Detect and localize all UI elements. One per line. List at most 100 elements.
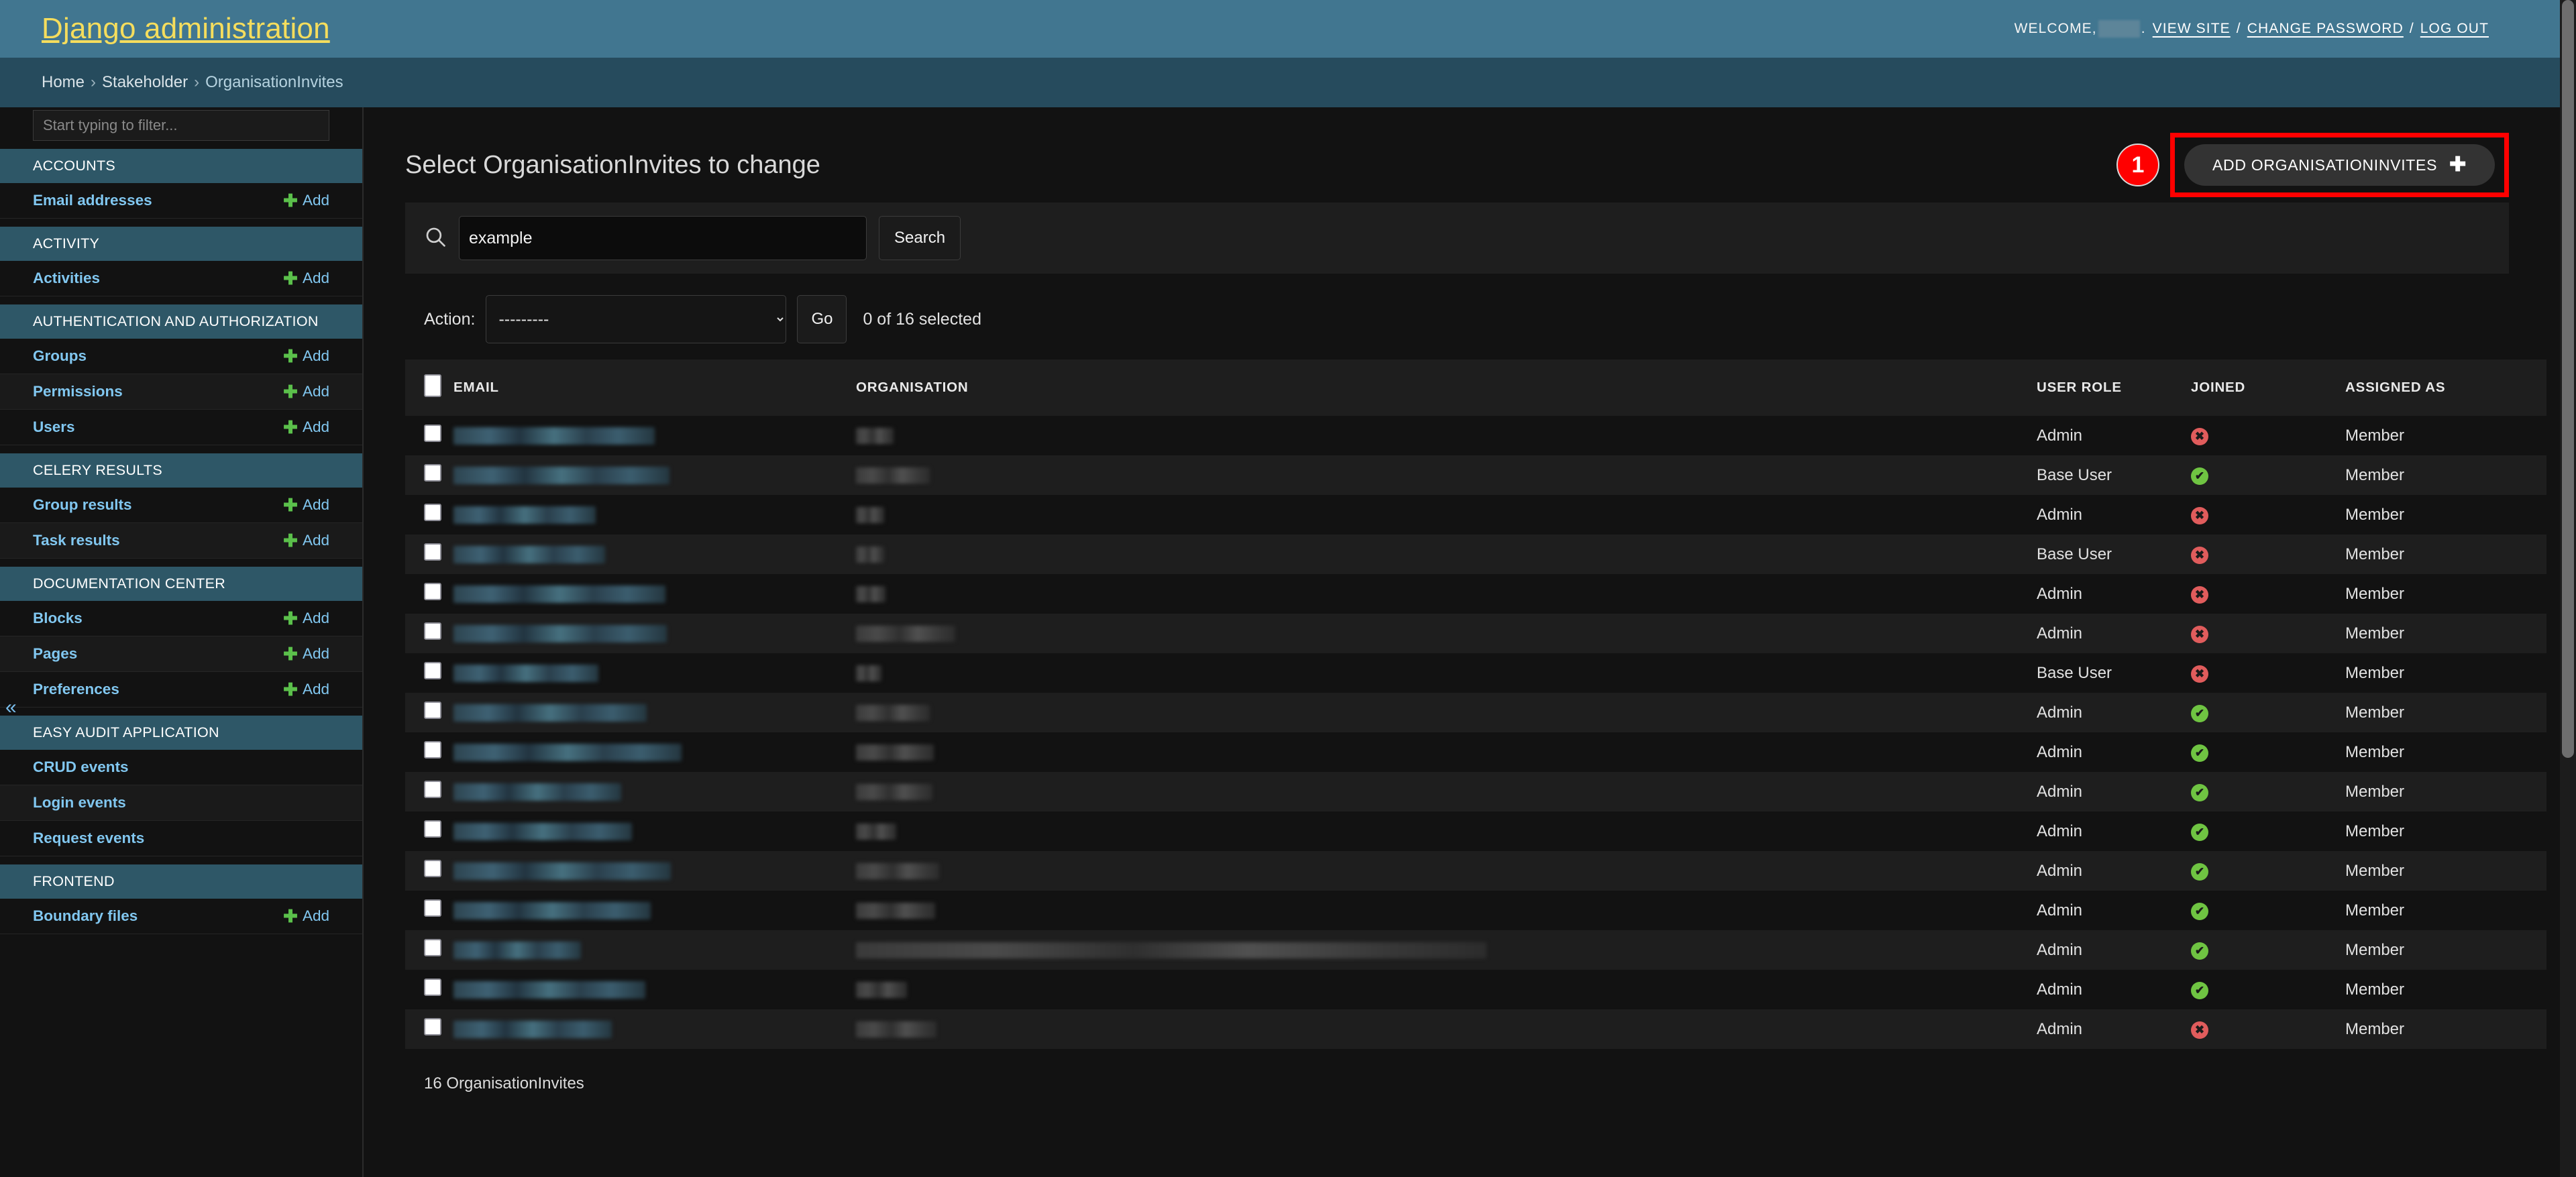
action-select[interactable]: --------- — [486, 295, 787, 343]
cell-email[interactable] — [453, 455, 856, 495]
sidebar-add-link[interactable]: ✚ Add — [283, 270, 329, 287]
row-checkbox[interactable] — [424, 662, 441, 679]
row-checkbox[interactable] — [424, 820, 441, 838]
row-checkbox[interactable] — [424, 504, 441, 521]
search-input[interactable] — [459, 216, 867, 260]
table-row[interactable]: Admin ✖ Member — [405, 416, 2546, 455]
log-out-link[interactable]: LOG OUT — [2420, 21, 2489, 37]
sidebar-item-login-events[interactable]: Login events — [0, 785, 362, 821]
table-row[interactable]: Admin ✔ Member — [405, 693, 2546, 732]
cell-email[interactable] — [453, 930, 856, 970]
nav-filter-input[interactable] — [33, 110, 329, 141]
sidebar-item-label[interactable]: Task results — [33, 532, 120, 549]
table-row[interactable]: Admin ✔ Member — [405, 891, 2546, 930]
sidebar-item-group-results[interactable]: Group results ✚ Add — [0, 488, 362, 523]
cell-email[interactable] — [453, 732, 856, 772]
add-organisationinvites-button[interactable]: ADD ORGANISATIONINVITES ✚ — [2184, 144, 2495, 186]
sidebar-item-label[interactable]: Blocks — [33, 610, 83, 627]
breadcrumb-app[interactable]: Stakeholder — [102, 73, 188, 92]
sidebar-item-label[interactable]: Email addresses — [33, 192, 152, 209]
sidebar-item-task-results[interactable]: Task results ✚ Add — [0, 523, 362, 559]
table-row[interactable]: Base User ✖ Member — [405, 535, 2546, 574]
sidebar-item-label[interactable]: Groups — [33, 347, 87, 365]
cell-email[interactable] — [453, 970, 856, 1009]
column-header-joined[interactable]: JOINED — [2191, 359, 2345, 416]
cell-email[interactable] — [453, 535, 856, 574]
breadcrumb-home[interactable]: Home — [42, 73, 85, 92]
column-header-assigned-as[interactable]: ASSIGNED AS — [2345, 359, 2546, 416]
row-checkbox[interactable] — [424, 583, 441, 600]
sidebar-add-link[interactable]: ✚ Add — [283, 610, 329, 627]
table-row[interactable]: Admin ✔ Member — [405, 811, 2546, 851]
site-title[interactable]: Django administration — [42, 12, 330, 46]
sidebar-item-crud-events[interactable]: CRUD events — [0, 750, 362, 785]
cell-email[interactable] — [453, 811, 856, 851]
view-site-link[interactable]: VIEW SITE — [2153, 21, 2231, 37]
row-checkbox[interactable] — [424, 899, 441, 917]
sidebar-add-link[interactable]: ✚ Add — [283, 907, 329, 925]
sidebar-item-label[interactable]: Users — [33, 418, 75, 436]
sidebar-item-label[interactable]: CRUD events — [33, 759, 129, 776]
row-checkbox[interactable] — [424, 860, 441, 877]
cell-email[interactable] — [453, 693, 856, 732]
row-checkbox[interactable] — [424, 464, 441, 482]
table-row[interactable]: Admin ✔ Member — [405, 930, 2546, 970]
page-scrollbar-thumb[interactable] — [2562, 0, 2574, 758]
sidebar-item-label[interactable]: Request events — [33, 830, 144, 847]
change-password-link[interactable]: CHANGE PASSWORD — [2247, 21, 2404, 37]
row-checkbox[interactable] — [424, 425, 441, 442]
row-checkbox[interactable] — [424, 702, 441, 719]
sidebar-add-link[interactable]: ✚ Add — [283, 681, 329, 698]
cell-email[interactable] — [453, 495, 856, 535]
table-row[interactable]: Admin ✔ Member — [405, 970, 2546, 1009]
table-row[interactable]: Admin ✖ Member — [405, 1009, 2546, 1049]
sidebar-item-pages[interactable]: Pages ✚ Add — [0, 636, 362, 672]
sidebar-item-activities[interactable]: Activities ✚ Add — [0, 261, 362, 296]
cell-email[interactable] — [453, 614, 856, 653]
sidebar-add-link[interactable]: ✚ Add — [283, 383, 329, 400]
select-all-checkbox[interactable] — [424, 374, 441, 397]
row-checkbox[interactable] — [424, 781, 441, 798]
action-go-button[interactable]: Go — [797, 295, 847, 343]
sidebar-item-email-addresses[interactable]: Email addresses ✚ Add — [0, 183, 362, 219]
sidebar-add-link[interactable]: ✚ Add — [283, 532, 329, 549]
column-header-organisation[interactable]: ORGANISATION — [856, 359, 2037, 416]
table-row[interactable]: Admin ✖ Member — [405, 574, 2546, 614]
cell-email[interactable] — [453, 653, 856, 693]
row-checkbox[interactable] — [424, 622, 441, 640]
cell-email[interactable] — [453, 851, 856, 891]
column-header-email[interactable]: EMAIL — [453, 359, 856, 416]
table-row[interactable]: Admin ✖ Member — [405, 614, 2546, 653]
sidebar-add-link[interactable]: ✚ Add — [283, 645, 329, 663]
cell-email[interactable] — [453, 891, 856, 930]
table-row[interactable]: Base User ✖ Member — [405, 653, 2546, 693]
table-row[interactable]: Admin ✖ Member — [405, 495, 2546, 535]
sidebar-item-label[interactable]: Permissions — [33, 383, 123, 400]
sidebar-item-label[interactable]: Activities — [33, 270, 100, 287]
sidebar-item-label[interactable]: Group results — [33, 496, 132, 514]
row-checkbox[interactable] — [424, 939, 441, 956]
row-checkbox[interactable] — [424, 543, 441, 561]
cell-email[interactable] — [453, 416, 856, 455]
table-row[interactable]: Admin ✔ Member — [405, 732, 2546, 772]
sidebar-item-request-events[interactable]: Request events — [0, 821, 362, 856]
table-row[interactable]: Base User ✔ Member — [405, 455, 2546, 495]
cell-email[interactable] — [453, 574, 856, 614]
sidebar-item-users[interactable]: Users ✚ Add — [0, 410, 362, 445]
row-checkbox[interactable] — [424, 741, 441, 759]
row-checkbox[interactable] — [424, 1018, 441, 1035]
sidebar-collapse-toggle-icon[interactable]: « — [5, 697, 17, 718]
row-checkbox[interactable] — [424, 978, 441, 996]
sidebar-item-boundary-files[interactable]: Boundary files ✚ Add — [0, 899, 362, 934]
sidebar-add-link[interactable]: ✚ Add — [283, 496, 329, 514]
column-header-user-role[interactable]: USER ROLE — [2037, 359, 2191, 416]
sidebar-item-groups[interactable]: Groups ✚ Add — [0, 339, 362, 374]
sidebar-item-label[interactable]: Pages — [33, 645, 77, 663]
table-row[interactable]: Admin ✔ Member — [405, 851, 2546, 891]
sidebar-item-label[interactable]: Login events — [33, 794, 126, 811]
sidebar-add-link[interactable]: ✚ Add — [283, 347, 329, 365]
cell-email[interactable] — [453, 772, 856, 811]
search-submit-button[interactable]: Search — [879, 216, 961, 260]
cell-email[interactable] — [453, 1009, 856, 1049]
sidebar-item-permissions[interactable]: Permissions ✚ Add — [0, 374, 362, 410]
